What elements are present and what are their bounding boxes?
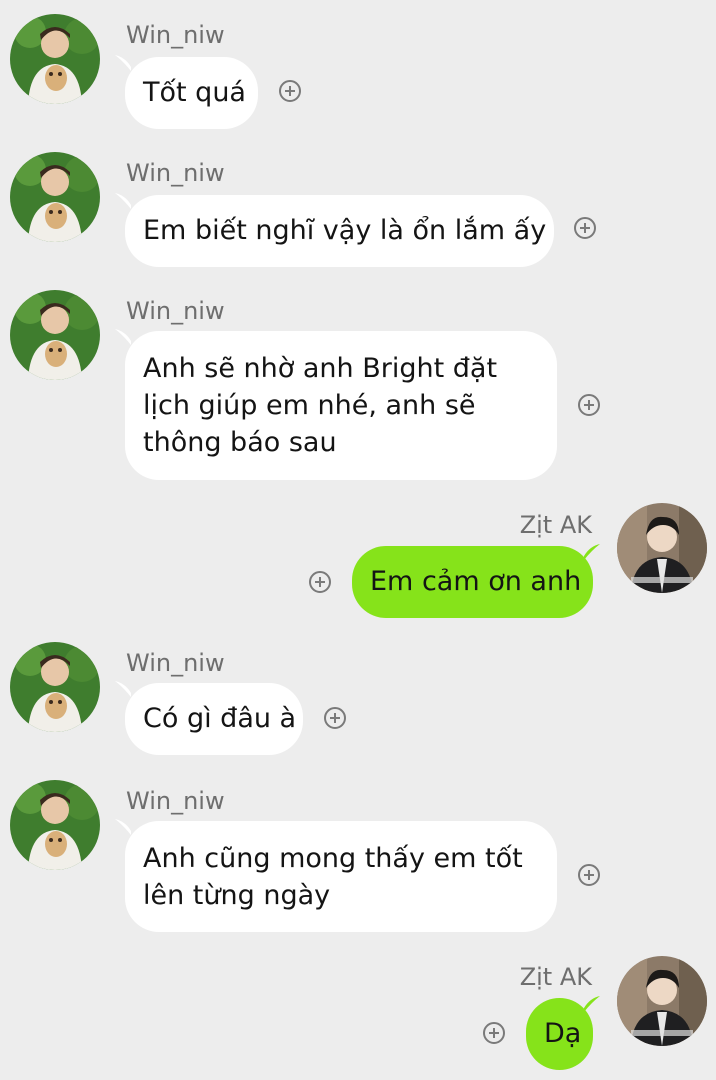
sender-name: Win_niw (126, 297, 225, 325)
message-bubble[interactable]: Có gì đâu à (125, 683, 303, 755)
avatar-win-niw[interactable] (10, 14, 100, 104)
add-reaction-icon[interactable] (324, 707, 346, 729)
add-reaction-icon[interactable] (483, 1022, 505, 1044)
message-bubble[interactable]: Em cảm ơn anh (352, 546, 593, 618)
add-reaction-icon[interactable] (574, 217, 596, 239)
add-reaction-icon[interactable] (578, 864, 600, 886)
bubble-tail (115, 329, 131, 345)
bubble-tail (115, 819, 131, 835)
avatar-zit-ak[interactable] (617, 956, 707, 1046)
message-text: Tốt quá (143, 77, 246, 108)
message-bubble[interactable]: Tốt quá (125, 57, 258, 129)
add-reaction-icon[interactable] (578, 394, 600, 416)
message-text: Anh sẽ nhờ anh Bright đặt lịch giúp em n… (143, 353, 498, 458)
add-reaction-icon[interactable] (279, 80, 301, 102)
sender-name: Win_niw (126, 787, 225, 815)
message-text: Có gì đâu à (143, 703, 297, 734)
bubble-tail (584, 996, 600, 1012)
message-bubble[interactable]: Anh sẽ nhờ anh Bright đặt lịch giúp em n… (125, 331, 557, 480)
bubble-tail (115, 681, 131, 697)
sender-name: Zịt AK (519, 963, 592, 991)
add-reaction-icon[interactable] (309, 571, 331, 593)
avatar-win-niw[interactable] (10, 642, 100, 732)
bubble-tail (584, 544, 600, 560)
sender-name: Win_niw (126, 159, 225, 187)
message-bubble[interactable]: Dạ (526, 998, 593, 1070)
sender-name: Win_niw (126, 21, 225, 49)
sender-name: Win_niw (126, 649, 225, 677)
message-text: Dạ (544, 1018, 582, 1049)
sender-name: Zịt AK (519, 511, 592, 539)
message-bubble[interactable]: Anh cũng mong thấy em tốt lên từng ngày (125, 821, 557, 932)
avatar-zit-ak[interactable] (617, 503, 707, 593)
avatar-win-niw[interactable] (10, 290, 100, 380)
message-text: Em biết nghĩ vậy là ổn lắm ấy (143, 215, 547, 246)
avatar-win-niw[interactable] (10, 152, 100, 242)
message-text: Em cảm ơn anh (370, 566, 582, 597)
bubble-tail (115, 193, 131, 209)
avatar-win-niw[interactable] (10, 780, 100, 870)
bubble-tail (115, 55, 131, 71)
message-text: Anh cũng mong thấy em tốt lên từng ngày (143, 843, 523, 911)
message-bubble[interactable]: Em biết nghĩ vậy là ổn lắm ấy (125, 195, 554, 267)
